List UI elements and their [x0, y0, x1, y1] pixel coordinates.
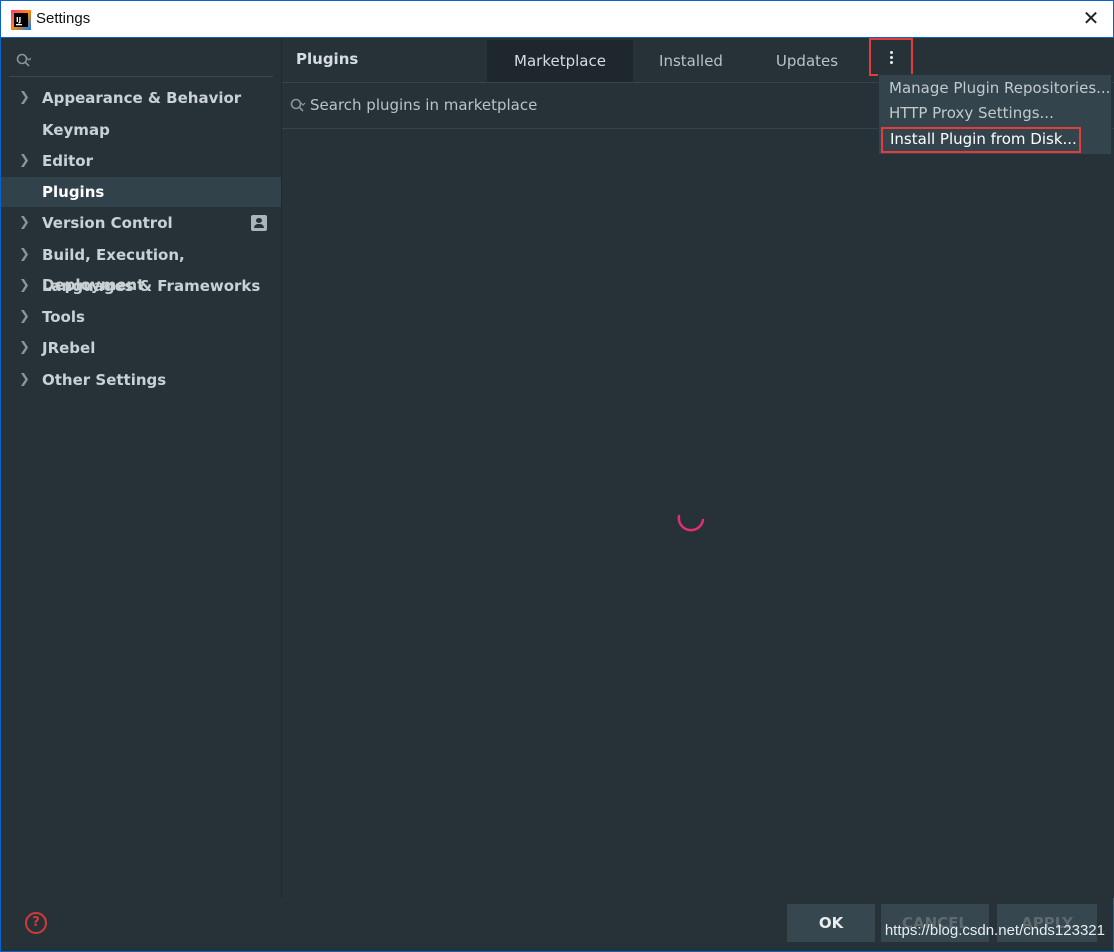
sidebar-item-label: Version Control [42, 214, 173, 232]
chevron-right-icon: ❯ [19, 340, 30, 355]
more-vertical-icon [890, 51, 894, 66]
menu-item-install-plugin-from-disk[interactable]: Install Plugin from Disk... [881, 127, 1081, 153]
chevron-right-icon: ❯ [19, 372, 30, 387]
intellij-app-icon: IJ [11, 10, 31, 30]
chevron-right-icon: ❯ [19, 90, 30, 105]
sidebar-item-label: Keymap [42, 121, 110, 139]
sidebar-item-label: Tools [42, 308, 85, 326]
search-input[interactable]: Search plugins in marketplace [310, 96, 537, 114]
loading-spinner-icon [677, 514, 705, 532]
settings-search-field[interactable] [9, 46, 273, 77]
more-options-menu: Manage Plugin Repositories... HTTP Proxy… [878, 74, 1112, 155]
tab-installed[interactable]: Installed [645, 40, 737, 82]
ok-button[interactable]: OK [787, 904, 875, 942]
sidebar-item-build-execution-deployment[interactable]: ❯ Build, Execution, Deployment [1, 240, 281, 294]
search-icon [16, 53, 32, 67]
sidebar-item-label: Editor [42, 152, 93, 170]
search-icon [290, 98, 306, 112]
dialog-footer: ? OK CANCEL APPLY https://blog.csdn.net/… [1, 898, 1113, 951]
sidebar-item-version-control[interactable]: ❯ Version Control [1, 208, 281, 238]
sidebar-item-tools[interactable]: ❯ Tools [1, 302, 281, 332]
chevron-right-icon: ❯ [19, 247, 30, 262]
project-settings-icon [251, 215, 267, 231]
sidebar-item-label: JRebel [42, 339, 96, 357]
sidebar-item-label: Appearance & Behavior [42, 89, 242, 107]
title-bar: IJ Settings ✕ [0, 0, 1114, 38]
sidebar-item-other-settings[interactable]: ❯ Other Settings [1, 365, 281, 395]
sidebar-item-jrebel[interactable]: ❯ JRebel [1, 333, 281, 363]
sidebar-item-plugins[interactable]: Plugins [1, 177, 281, 207]
window-title: Settings [36, 10, 91, 27]
tab-updates[interactable]: Updates [762, 40, 852, 82]
svg-text:IJ: IJ [16, 16, 21, 24]
chevron-right-icon: ❯ [19, 215, 30, 230]
settings-sidebar: ❯ Appearance & Behavior Keymap ❯ Editor … [1, 38, 281, 898]
chevron-right-icon: ❯ [19, 309, 30, 324]
sidebar-item-label: Languages & Frameworks [42, 277, 261, 295]
chevron-right-icon: ❯ [19, 153, 30, 168]
help-icon[interactable]: ? [25, 912, 47, 934]
menu-item-http-proxy-settings[interactable]: HTTP Proxy Settings... [879, 101, 1113, 126]
page-title: Plugins [296, 50, 359, 68]
sidebar-item-label: Other Settings [42, 371, 167, 389]
sidebar-item-languages-frameworks[interactable]: ❯ Languages & Frameworks [1, 271, 281, 301]
close-button[interactable]: ✕ [1079, 7, 1103, 31]
chevron-right-icon: ❯ [19, 278, 30, 293]
sidebar-item-keymap[interactable]: Keymap [1, 115, 281, 145]
watermark-text: https://blog.csdn.net/cnds123321 [884, 922, 1105, 939]
plugins-panel: Plugins Marketplace Installed Updates Se… [281, 38, 1114, 898]
sidebar-item-appearance-behavior[interactable]: ❯ Appearance & Behavior [1, 83, 281, 113]
sidebar-item-label: Plugins [42, 183, 105, 201]
tab-marketplace[interactable]: Marketplace [487, 40, 633, 82]
more-options-button[interactable] [869, 38, 913, 76]
menu-item-manage-plugin-repositories[interactable]: Manage Plugin Repositories... [879, 76, 1113, 101]
sidebar-item-editor[interactable]: ❯ Editor [1, 146, 281, 176]
